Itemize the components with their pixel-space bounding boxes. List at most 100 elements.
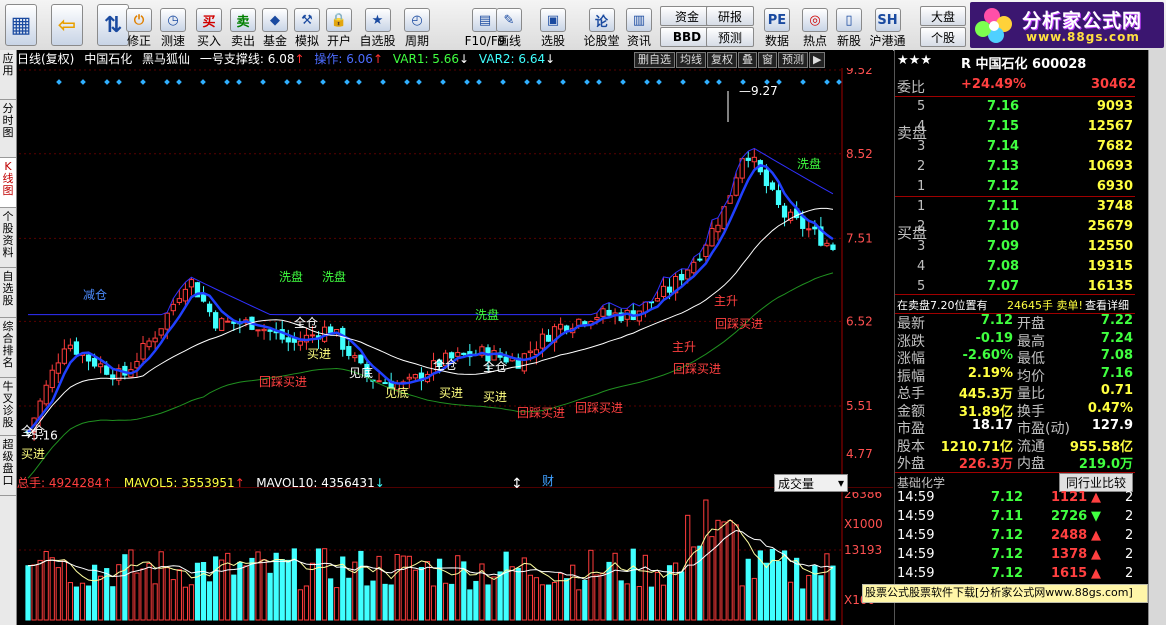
logo-url: www.88gs.com	[1026, 30, 1140, 44]
volume-chart[interactable]: 26386X100013193X100	[17, 492, 893, 625]
sidebar-tab-7[interactable]: 超级盘口	[0, 436, 16, 496]
sidebar-tab-char: 图	[2, 126, 14, 139]
candle	[346, 340, 352, 360]
op-value: 操作: 6.06	[314, 52, 373, 66]
toolbar-button-15[interactable]: 论论股堂	[582, 2, 621, 48]
chart-tool-1[interactable]: 均线	[676, 52, 706, 68]
trade-time: 14:59	[897, 547, 935, 562]
candle	[624, 308, 630, 327]
toolbar-button-8[interactable]: ⚒ 模拟	[292, 2, 322, 48]
trade-price: 7.12	[991, 528, 1024, 543]
toolbar-yanbao-button[interactable]: 研报	[706, 6, 754, 26]
stat-value: 219.0万	[1078, 457, 1133, 472]
volume-bar	[515, 567, 521, 621]
volume-indicator-select[interactable]: 成交量 ▾	[774, 474, 848, 492]
candle	[188, 277, 195, 296]
kline-chart-area[interactable]: 日线(复权) 中国石化 黑马狐仙 一号支撑线: 6.08↑ 操作: 6.06↑ …	[17, 50, 893, 625]
toolbar-label: 画线	[496, 34, 521, 48]
volume-bar	[715, 519, 721, 621]
chart-tool-6[interactable]: ▶	[809, 52, 826, 68]
footer-ad-banner[interactable]: 股票公式股票软件下载[分析家公式网www.88gs.com]	[862, 584, 1148, 603]
trade-time: 14:59	[897, 528, 935, 543]
price-chart[interactable]: 9.528.527.516.525.514.77—9.27→5.16减仓全仓买进…	[17, 68, 893, 488]
toolbar-button-11[interactable]: ◴ 周期	[402, 2, 432, 48]
volume-bar	[503, 551, 509, 621]
toolbar-button-6[interactable]: 卖卖出	[228, 2, 258, 48]
volume-bar	[219, 559, 225, 621]
price-tick-label: 7.51	[846, 231, 873, 245]
toolbar-button-19[interactable]: ▯ 新股	[834, 2, 864, 48]
back-arrow-button[interactable]: ⇦	[50, 2, 84, 48]
toolbar-button-13[interactable]: ✎ 画线	[494, 2, 524, 48]
hammer-icon: ⚒	[294, 8, 320, 32]
candle	[219, 317, 225, 331]
chart-tool-3[interactable]: 叠	[738, 52, 757, 68]
period-label[interactable]: 日线(复权)	[17, 52, 74, 66]
signal-label: 减仓	[83, 288, 107, 302]
toolbar-button-18[interactable]: ◎ 热点	[800, 2, 830, 48]
stat-value: 7.22	[1100, 313, 1133, 328]
fix-icon: ⏻	[126, 8, 152, 32]
toolbar-button-3[interactable]: ⏻ 修正	[124, 2, 154, 48]
sidebar-tab-5[interactable]: 综合排名	[0, 318, 16, 378]
toolbar-button-20[interactable]: SH 沪港通	[868, 2, 907, 48]
volume-tick-label: 26386	[844, 492, 882, 501]
volume-bar	[170, 579, 176, 621]
trade-time: 14:59	[897, 566, 935, 581]
toolbar-button-14[interactable]: ▣ 选股	[538, 2, 568, 48]
signal-label: 回踩买进	[673, 362, 721, 376]
sell-price: 7.12	[987, 179, 1020, 194]
toolbar-yuce-button[interactable]: 预测	[706, 27, 754, 47]
indicator-name[interactable]: 黑马狐仙	[142, 52, 190, 66]
volume-bar	[328, 578, 334, 621]
signal-diamond	[200, 79, 206, 85]
signal-diamond	[704, 79, 710, 85]
sidebar-tab-1[interactable]: 分时图	[0, 100, 16, 158]
toolbar-button-10[interactable]: ★ 自选股	[358, 2, 397, 48]
candle	[158, 328, 164, 339]
volume-bar	[739, 585, 745, 621]
resize-arrow-icon[interactable]: ↕	[511, 476, 523, 488]
stock-name: 中国石化	[84, 52, 133, 66]
trade-volume: 2726	[1051, 509, 1088, 524]
candle	[237, 318, 243, 334]
big-order-notice[interactable]: 在卖盘7.20位置有 24645手 卖单! 查看详细	[895, 294, 1135, 314]
trade-row: 14:59 7.12 2488 ▲ 2	[895, 528, 1135, 547]
sidebar-tab-0[interactable]: 应用	[0, 50, 16, 100]
candle	[49, 364, 55, 393]
sidebar-tab-3[interactable]: 个股资料	[0, 208, 16, 268]
volume-bar	[630, 548, 636, 621]
trade-price: 7.12	[991, 566, 1024, 581]
volume-bar	[794, 557, 800, 621]
vertical-scrollbar[interactable]	[1148, 50, 1166, 625]
chart-tool-2[interactable]: 复权	[707, 52, 737, 68]
chart-tool-4[interactable]: 窗	[758, 52, 777, 68]
toolbar-button-7[interactable]: ◆ 基金	[260, 2, 290, 48]
stat-value: 7.16	[1100, 365, 1133, 381]
signal-label: 回踩买进	[259, 375, 307, 389]
toolbar-button-17[interactable]: PE 数据	[762, 2, 792, 48]
chart-tool-0[interactable]: 删自选	[634, 52, 675, 68]
toolbar-gegu-button[interactable]: 个股	[920, 27, 966, 47]
chart-tool-5[interactable]: 预测	[778, 52, 808, 68]
finance-marker[interactable]: 财	[542, 474, 554, 488]
volume-bar	[358, 550, 364, 621]
sidebar-tab-6[interactable]: 牛叉诊股	[0, 378, 16, 436]
toolbar-dapan-button[interactable]: 大盘	[920, 6, 966, 26]
toolbar-button-5[interactable]: 买买入	[194, 2, 224, 48]
signal-label: 买进	[439, 386, 463, 400]
volume-bar	[830, 565, 836, 621]
stat-row: 最新 7.12 开盘 7.22	[895, 313, 1135, 332]
left-sidebar: 应用分时图K线图个股资料自选股综合排名牛叉诊股超级盘口	[0, 50, 17, 625]
volume-bars	[25, 499, 836, 621]
toolbar-label: 测速	[160, 34, 185, 48]
sidebar-tab-4[interactable]: 自选股	[0, 268, 16, 318]
sidebar-tab-2[interactable]: K线图	[0, 158, 16, 208]
signal-label: 洗盘	[322, 269, 346, 284]
grid-button[interactable]: ▦	[4, 2, 38, 48]
toolbar-button-9[interactable]: 🔒 开户	[324, 2, 354, 48]
toolbar-button-4[interactable]: ◷ 测速	[158, 2, 188, 48]
buy-level: 3	[917, 239, 926, 254]
volume-bar	[685, 514, 691, 621]
toolbar-button-16[interactable]: ▥ 资讯	[624, 2, 654, 48]
